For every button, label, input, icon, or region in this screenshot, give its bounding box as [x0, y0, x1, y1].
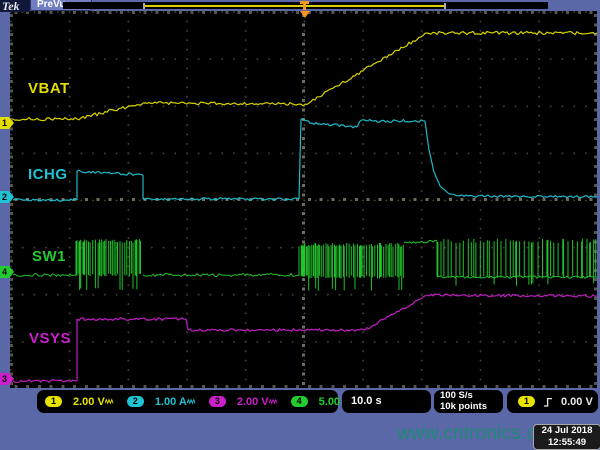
datetime-box: 24 Jul 2018 12:55:49	[533, 424, 600, 450]
trigger-source-badge: 1	[518, 396, 535, 407]
channel-2-readout: 2 1.00 A	[119, 396, 201, 408]
waveform-canvas	[10, 11, 597, 388]
noise-filter-icon	[105, 397, 114, 406]
waveform-ch2-ichg	[13, 119, 597, 201]
record-view-strip	[63, 2, 548, 9]
label-sw1: SW1	[32, 248, 66, 265]
rising-edge-icon	[543, 396, 553, 408]
waveform-ch3-vsys	[13, 294, 597, 382]
channel-1-badge: 1	[45, 396, 62, 407]
channel-3-readout: 3 2.00 V	[201, 396, 283, 408]
channel-scales-readout: 1 2.00 V 2 1.00 A 3 2.00 V	[37, 390, 338, 413]
time-label: 12:55:49	[534, 437, 600, 449]
waveform-ch1-vbat	[13, 31, 597, 120]
waveform-ch4-sw1	[13, 239, 597, 291]
channel-2-scale: 1.00 A	[155, 396, 187, 408]
channel-1-readout: 1 2.00 V	[37, 396, 119, 408]
date-label: 24 Jul 2018	[534, 425, 600, 437]
window-bracket-right	[444, 3, 446, 9]
horizontal-scale-readout: 10.0 s	[342, 390, 431, 413]
window-bracket-left	[143, 3, 145, 9]
label-vsys: VSYS	[29, 330, 71, 347]
channel-3-badge: 3	[209, 396, 226, 407]
noise-filter-icon	[269, 397, 278, 406]
trigger-readout: 1 0.00 V	[507, 390, 598, 413]
tek-logo: Tek	[2, 0, 20, 14]
oscilloscope-screen: Tek PreVu VBAT ICHG SW1 VSYS 1 2 4 3	[0, 0, 600, 450]
channel-4-badge: 4	[291, 396, 308, 407]
label-ichg: ICHG	[28, 166, 68, 183]
sample-rate: 100 S/s	[440, 391, 503, 402]
trigger-point-arrow-icon	[300, 11, 310, 18]
header-bar: Tek PreVu	[0, 0, 600, 11]
noise-filter-icon	[187, 397, 196, 406]
record-length: 10k points	[440, 402, 503, 413]
acquisition-readout: 100 S/s 10k points	[434, 390, 503, 413]
record-waveform-line	[143, 5, 444, 7]
graticule: VBAT ICHG SW1 VSYS	[10, 11, 597, 388]
status-bar: 1 2.00 V 2 1.00 A 3 2.00 V	[0, 389, 600, 415]
channel-3-scale: 2.00 V	[237, 396, 269, 408]
trigger-position-marker	[300, 1, 309, 10]
label-vbat: VBAT	[28, 80, 70, 97]
trigger-level: 0.00 V	[561, 396, 593, 408]
channel-2-badge: 2	[127, 396, 144, 407]
channel-1-scale: 2.00 V	[73, 396, 105, 408]
